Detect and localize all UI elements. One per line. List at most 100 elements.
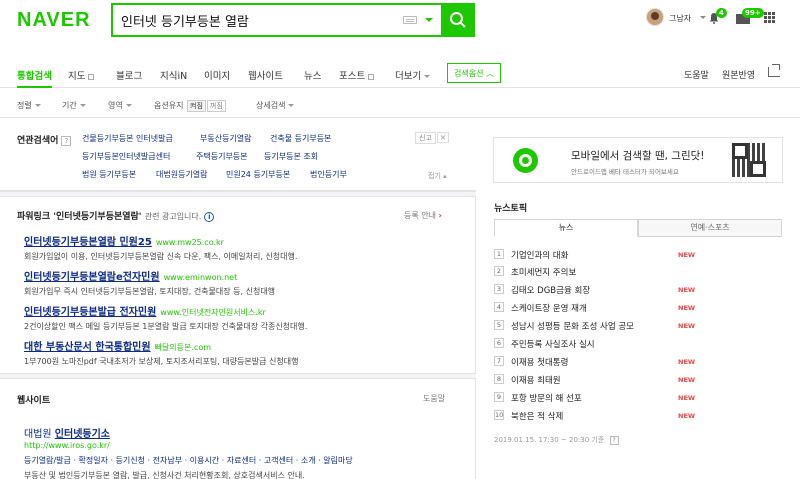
news-text[interactable]: 기업인과의 대화: [511, 249, 568, 261]
chevron-down-icon: [79, 104, 86, 107]
help-icon[interactable]: ?: [61, 136, 72, 146]
search-option-button[interactable]: 검색옵션 ︿: [447, 63, 501, 83]
filter-area[interactable]: 영역: [108, 100, 132, 111]
website-help-link[interactable]: 도움말: [423, 393, 445, 404]
tab-image[interactable]: 이미지: [204, 68, 230, 82]
chevron-down-icon: [125, 104, 132, 107]
site-links[interactable]: 등기열람/발급 · 확정일자 · 등기신청 · 전자납부 · 이용시간 · 자료…: [24, 455, 353, 466]
filter-sort[interactable]: 정렬: [17, 100, 41, 111]
tab-kin[interactable]: 지식iN: [160, 68, 187, 82]
ad-url[interactable]: 빠달의등본.com: [155, 343, 211, 352]
news-text[interactable]: 북한은 적 삭제: [511, 410, 563, 422]
news-text[interactable]: 스케이트장 운영 재개: [511, 302, 587, 314]
divider: [0, 191, 476, 197]
list-item[interactable]: 1 기업인과의 대화 NEW: [494, 247, 782, 263]
news-text[interactable]: 이재용 최태원: [511, 374, 561, 386]
related-link[interactable]: 민원24 등기부등본: [226, 169, 290, 180]
tab-news[interactable]: 뉴스: [304, 68, 321, 82]
related-link[interactable]: 건축물 등기부등본: [270, 133, 331, 144]
naver-logo[interactable]: NAVER: [17, 9, 91, 32]
tab-news-topic[interactable]: 뉴스: [494, 219, 638, 237]
toggle-off[interactable]: 꺼짐: [206, 100, 226, 112]
ad-title[interactable]: 인터넷등기부등본열람 민원25: [24, 237, 152, 248]
list-item[interactable]: 9 포항 방문의 해 선포 NEW: [494, 390, 782, 406]
autocomplete-toggle-icon[interactable]: [425, 18, 433, 22]
tab-post[interactable]: 포스트: [339, 68, 375, 82]
ad-title[interactable]: 인터넷등기부등본열람e전자민원: [24, 272, 160, 283]
news-text[interactable]: 주민등록 사실조사 실시: [511, 338, 595, 350]
tab-more[interactable]: 더보기: [395, 68, 431, 82]
related-link[interactable]: 부동산등기열람: [200, 133, 252, 144]
list-item[interactable]: 5 성남시 성평등 문화 조성 사업 공모 NEW: [494, 318, 782, 334]
new-badge: NEW: [678, 304, 696, 312]
list-item[interactable]: 4 스케이트장 운영 재개 NEW: [494, 300, 782, 316]
news-text[interactable]: 김태오 DGB금융 회장: [511, 284, 590, 296]
ad-url[interactable]: www.eminwon.net: [164, 273, 238, 282]
news-text[interactable]: 이재용 첫대통령: [511, 356, 568, 368]
related-link[interactable]: 주택등기부등본: [196, 151, 248, 162]
ad-url[interactable]: www.mw25.co.kr: [156, 238, 224, 247]
filter-period[interactable]: 기간: [62, 100, 86, 111]
keyboard-icon[interactable]: [403, 16, 417, 24]
greendot-banner[interactable]: 모바일에서 검색할 땐, 그린닷! 안드로이드앱 베타 테스터가 되어보세요: [493, 137, 783, 183]
search-input[interactable]: 인터넷 등기부등본 열람: [121, 11, 249, 30]
tab-blog[interactable]: 블로그: [116, 68, 142, 82]
tab-entertainment-sports[interactable]: 연예·스포츠: [638, 219, 782, 237]
new-badge: NEW: [678, 286, 696, 294]
help-icon[interactable]: ?: [609, 436, 619, 445]
search-box[interactable]: 인터넷 등기부등본 열람: [111, 3, 475, 37]
ad-desc: 1부700원 노마진pdf 국내초저가 보상제, 토지조서리포팅, 대량등본발급…: [24, 357, 299, 366]
list-item[interactable]: 3 김태오 DGB금융 회장 NEW: [494, 282, 782, 298]
filter-detail[interactable]: 상세검색: [256, 100, 295, 111]
related-link[interactable]: 등기부등본 조회: [264, 151, 318, 162]
fold-button[interactable]: 접기 ▴: [428, 171, 447, 181]
related-link[interactable]: 대법원등기열람: [156, 169, 208, 180]
chevron-down-icon: [424, 75, 431, 78]
username[interactable]: 그남자: [669, 13, 691, 24]
new-badge: NEW: [678, 358, 696, 366]
fold-label: 접기: [428, 172, 441, 180]
toggle-on[interactable]: 켜짐: [187, 100, 206, 112]
ad-item: 인터넷등기부등본열람 민원25 www.mw25.co.kr 회원가입없이 이용,…: [24, 233, 297, 262]
new-badge: NEW: [678, 394, 696, 402]
news-text[interactable]: 성남시 성평등 문화 조성 사업 공모: [511, 320, 634, 332]
close-icon[interactable]: ×: [437, 132, 449, 143]
news-topic-title: 뉴스토픽: [494, 204, 528, 214]
header: NAVER 인터넷 등기부등본 열람 그남자 4 99+: [0, 0, 800, 52]
list-item[interactable]: 2 초미세먼지 주의보: [494, 264, 782, 280]
apps-grid-icon[interactable]: [764, 12, 776, 24]
banner-subtext: 안드로이드앱 베타 테스터가 되어보세요: [571, 168, 679, 176]
news-text[interactable]: 초미세먼지 주의보: [511, 266, 576, 278]
tab-map[interactable]: 지도: [68, 68, 95, 82]
list-item[interactable]: 8 이재용 최태원 NEW: [494, 372, 782, 388]
new-badge: NEW: [678, 412, 696, 420]
external-link-icon: [368, 73, 375, 80]
related-link[interactable]: 건물등기부등본 인터넷발급: [82, 133, 173, 144]
register-link[interactable]: 등록 안내 ›: [404, 210, 442, 221]
list-item[interactable]: 10 북한은 적 삭제 NEW: [494, 408, 782, 424]
site-title[interactable]: 대법원 인터넷등기소: [24, 425, 110, 440]
search-button[interactable]: [441, 5, 475, 35]
filter-detail-label: 상세검색: [256, 101, 286, 110]
tab-website[interactable]: 웹사이트: [248, 68, 283, 82]
ad-title[interactable]: 대한 부동산문서 한국통합민원: [24, 342, 151, 353]
share-icon[interactable]: [768, 64, 780, 77]
news-text[interactable]: 포항 방문의 해 선포: [511, 392, 582, 404]
filter-sort-label: 정렬: [17, 101, 32, 110]
related-link[interactable]: 등기부등본인터넷발급센터: [82, 151, 170, 162]
ad-url[interactable]: www.인터넷전자민원서비스.kr: [160, 308, 266, 317]
list-item[interactable]: 7 이재용 첫대통령 NEW: [494, 354, 782, 370]
site-url[interactable]: http://www.iros.go.kr/: [24, 441, 110, 450]
related-link[interactable]: 법인등기부: [310, 169, 347, 180]
report-button[interactable]: 신고: [415, 132, 436, 144]
list-item[interactable]: 6 주민등록 사실조사 실시: [494, 336, 782, 352]
chevron-down-icon: [700, 16, 706, 19]
related-link[interactable]: 법원 등기부등본: [82, 169, 136, 180]
original-link[interactable]: 원본반영: [722, 68, 755, 81]
info-icon[interactable]: i: [204, 212, 215, 222]
avatar[interactable]: [646, 8, 664, 26]
help-link[interactable]: 도움말: [684, 68, 709, 81]
ad-title[interactable]: 인터넷등기부등본발급 전자민원: [24, 307, 156, 318]
banner-text: 모바일에서 검색할 땐, 그린닷!: [571, 150, 705, 162]
tab-all[interactable]: 통합검색: [17, 68, 52, 88]
